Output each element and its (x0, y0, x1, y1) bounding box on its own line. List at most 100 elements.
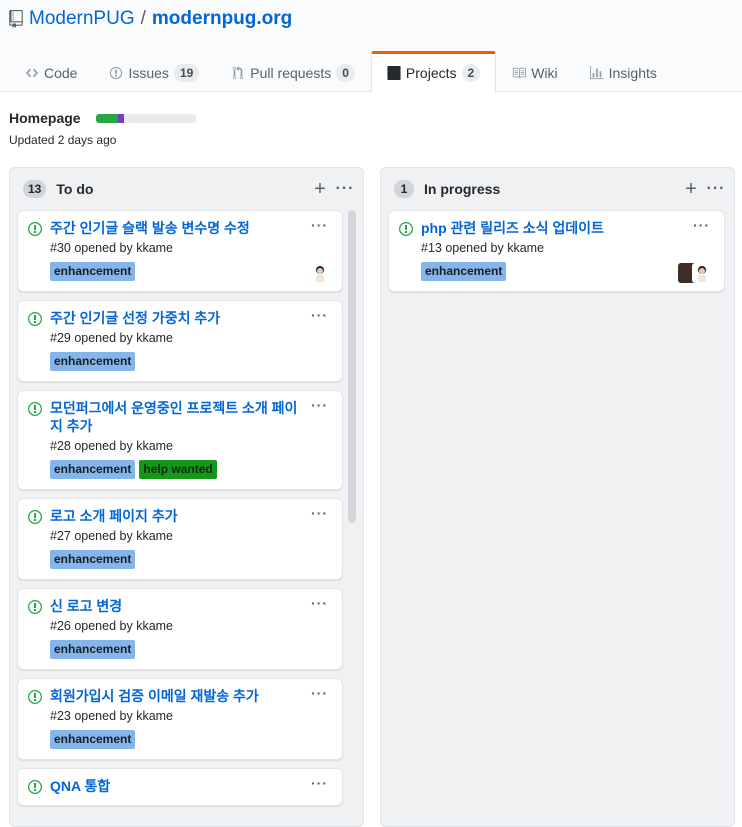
column-menu-button[interactable]: ··· (335, 179, 355, 199)
issue-meta: #23 opened by kkame (50, 709, 174, 723)
card-menu-button[interactable]: ··· (311, 685, 328, 701)
tab-pull-requests[interactable]: Pull requests 0 (215, 51, 371, 92)
issue-labels: enhancement (50, 550, 332, 569)
card-menu-button[interactable]: ··· (311, 505, 328, 521)
issue-card[interactable]: 회원가입시 검증 이메일 재발송 추가 #23 opened by kkame en… (17, 678, 343, 760)
issue-card[interactable]: php 관련 릴리즈 소식 업데이트 #13 opened by kkame enh… (388, 210, 725, 292)
tab-insights[interactable]: Insights (574, 51, 673, 92)
label-enhancement[interactable]: enhancement (50, 640, 136, 659)
progress-in-progress (117, 113, 124, 123)
repo-owner-link[interactable]: ModernPUG (29, 8, 135, 30)
column-in-progress: 1 In progress + ··· php 관련 릴리즈 소식 업데이트 #1… (380, 167, 735, 827)
code-icon (25, 68, 39, 77)
issue-labels: enhancement (50, 640, 332, 659)
project-icon (387, 66, 401, 80)
column-card-count: 1 (394, 180, 414, 198)
issue-card[interactable]: 모던퍼그에서 운영중인 프로젝트 소개 페이지 추가 #28 opened by … (17, 390, 343, 490)
issue-card[interactable]: 로고 소개 페이지 추가 #27 opened by kkame enhanceme… (17, 498, 343, 580)
issue-title-link[interactable]: 모던퍼그에서 운영중인 프로젝트 소개 페이지 추가 (50, 399, 332, 435)
issues-counter: 19 (173, 63, 200, 82)
column-scrollbar[interactable] (348, 210, 356, 523)
graph-icon (589, 65, 604, 79)
issue-title-link[interactable]: 신 로고 변경 (50, 597, 332, 615)
label-enhancement[interactable]: enhancement (50, 550, 136, 569)
label-enhancement[interactable]: enhancement (50, 730, 136, 749)
label-enhancement[interactable]: enhancement (50, 352, 136, 371)
issue-labels: enhancement (50, 352, 332, 371)
column-header: 13 To do + ··· (10, 168, 363, 210)
avatar[interactable] (310, 263, 330, 283)
column-title: In progress (424, 181, 501, 197)
card-menu-button[interactable]: ··· (311, 775, 328, 791)
issue-title-link[interactable]: 회원가입시 검증 이메일 재발송 추가 (50, 687, 332, 705)
issue-title-link[interactable]: 주간 인기글 슬랙 발송 변수명 수정 (50, 219, 332, 237)
column-menu-button[interactable]: ··· (706, 179, 726, 199)
repo-title: ModernPUG / modernpug.org (9, 8, 292, 30)
issue-card[interactable]: 주간 인기글 선정 가중치 추가 #29 opened by kkame enhan… (17, 300, 343, 382)
issue-meta: #30 opened by kkame (50, 241, 174, 255)
project-progress-bar (95, 113, 196, 123)
tab-code[interactable]: Code (9, 51, 93, 92)
issue-card[interactable]: QNA 통합 ··· (17, 768, 343, 806)
card-menu-button[interactable]: ··· (693, 217, 710, 233)
issue-labels: enhancement help wanted (50, 460, 332, 479)
issue-card[interactable]: 주간 인기글 슬랙 발송 변수명 수정 #30 opened by kkame en… (17, 210, 343, 292)
issue-card[interactable]: 신 로고 변경 #26 opened by kkame enhancement ··· (17, 588, 343, 670)
open-issue-icon (28, 779, 42, 794)
projects-counter: 2 (461, 64, 481, 82)
book-icon (513, 67, 527, 78)
card-menu-button[interactable]: ··· (311, 397, 328, 413)
project-updated: Updated 2 days ago (9, 133, 117, 147)
open-issue-icon (28, 689, 42, 704)
column-to-do: 13 To do + ··· 주간 인기글 슬랙 발송 변수명 수정 #30 op… (9, 167, 364, 827)
label-help-wanted[interactable]: help wanted (139, 460, 217, 479)
open-issue-icon (399, 221, 413, 236)
pull-requests-counter: 0 (336, 63, 355, 82)
issue-title-link[interactable]: 주간 인기글 선정 가중치 추가 (50, 309, 332, 327)
issue-labels: enhancement (50, 262, 332, 281)
label-enhancement[interactable]: enhancement (50, 262, 136, 281)
label-enhancement[interactable]: enhancement (421, 262, 507, 281)
tab-label: Insights (608, 64, 657, 81)
column-cards: php 관련 릴리즈 소식 업데이트 #13 opened by kkame enh… (388, 210, 725, 826)
card-menu-button[interactable]: ··· (311, 307, 328, 323)
repo-nav-tabs: Code Issues 19 Pull requests 0 Projects … (9, 51, 673, 93)
project-name[interactable]: Homepage (9, 110, 81, 126)
column-header: 1 In progress + ··· (381, 168, 734, 210)
tab-label: Wiki (531, 64, 558, 81)
column-card-count: 13 (23, 180, 47, 198)
assignee-avatars (310, 263, 330, 283)
issue-meta: #28 opened by kkame (50, 439, 174, 453)
issue-meta: #29 opened by kkame (50, 331, 174, 345)
issue-title-link[interactable]: QNA 통합 (50, 777, 332, 795)
tab-label: Projects (405, 65, 457, 81)
tab-label: Issues (128, 64, 169, 81)
repo-icon (9, 10, 23, 28)
issue-meta: #26 opened by kkame (50, 619, 174, 633)
pull-request-icon (233, 65, 244, 79)
card-menu-button[interactable]: ··· (311, 595, 328, 611)
issue-meta: #27 opened by kkame (50, 529, 174, 543)
tab-projects[interactable]: Projects 2 (370, 51, 497, 93)
issue-title-link[interactable]: php 관련 릴리즈 소식 업데이트 (421, 219, 714, 237)
add-card-button[interactable]: + (681, 178, 701, 200)
project-header: Homepage Updated 2 days ago (9, 110, 196, 147)
issue-meta: #13 opened by kkame (421, 241, 545, 255)
issue-labels: enhancement (50, 730, 332, 749)
label-enhancement[interactable]: enhancement (50, 460, 136, 479)
issue-icon (110, 66, 123, 79)
issue-labels: enhancement (421, 262, 714, 281)
tab-issues[interactable]: Issues 19 (93, 51, 215, 92)
issue-title-link[interactable]: 로고 소개 페이지 추가 (50, 507, 332, 525)
repo-name-link[interactable]: modernpug.org (152, 8, 292, 30)
repo-header: ModernPUG / modernpug.org Code Issues 19… (0, 0, 742, 93)
progress-done (95, 113, 118, 123)
tab-label: Pull requests (250, 64, 332, 81)
card-menu-button[interactable]: ··· (311, 217, 328, 233)
add-card-button[interactable]: + (310, 178, 330, 200)
repo-separator: / (140, 8, 146, 29)
open-issue-icon (28, 311, 42, 326)
tab-wiki[interactable]: Wiki (496, 51, 573, 92)
open-issue-icon (28, 599, 42, 614)
avatar[interactable] (692, 263, 712, 283)
